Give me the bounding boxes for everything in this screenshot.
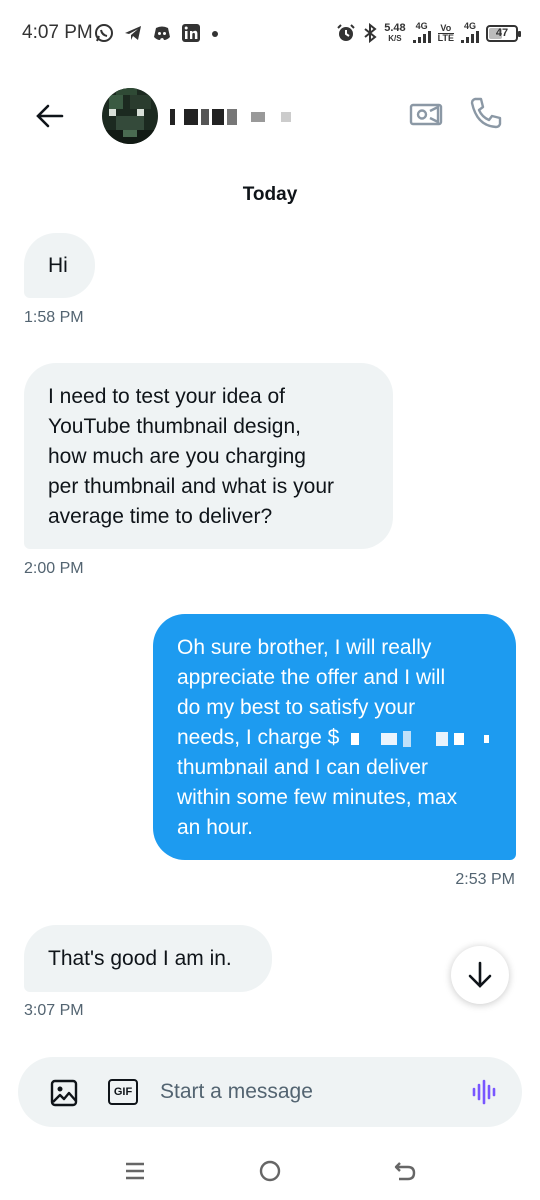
message-line: how much are you charging [48, 445, 306, 468]
sent-message[interactable]: Oh sure brother, I will really appreciat… [153, 614, 516, 860]
linkedin-icon [182, 24, 200, 42]
message-timestamp: 2:53 PM [455, 871, 515, 888]
message-line: I need to test your idea of [48, 385, 285, 408]
telegram-icon [125, 26, 141, 40]
arrow-down-icon [468, 961, 492, 988]
gif-icon: GIF [113, 1086, 133, 1098]
signal-1: 4G [412, 21, 431, 45]
circle-home-icon [259, 1160, 281, 1182]
message-line: thumbnail and I can deliver [177, 756, 428, 780]
message-line: within some few minutes, max [177, 786, 458, 810]
conversation-header [0, 78, 540, 154]
message-text: That's good I am in. [48, 947, 232, 970]
message-timestamp: 3:07 PM [24, 1002, 84, 1019]
message-line: YouTube thumbnail design, [48, 415, 301, 438]
message-timestamp: 1:58 PM [24, 309, 84, 326]
system-back-button[interactable] [392, 1158, 418, 1184]
status-time: 4:07 PM [22, 22, 93, 43]
dot-icon [212, 31, 218, 37]
received-message[interactable]: I need to test your idea of YouTube thum… [24, 363, 393, 549]
network-speed: 5.48 K/S [384, 22, 406, 44]
redacted-price [351, 723, 489, 753]
message-input[interactable] [160, 1075, 450, 1109]
status-bar: 4:07 PM 5.48 K/S 4G Vo LTE 4G 47 [0, 0, 540, 66]
message-line: do my best to satisfy your [177, 696, 416, 719]
system-navigation-bar [0, 1146, 540, 1200]
alarm-icon [337, 24, 355, 41]
avatar[interactable] [102, 88, 158, 144]
voice-message-button[interactable] [470, 1077, 500, 1107]
battery-icon: 47 [486, 24, 521, 42]
video-call-icon [409, 103, 443, 126]
scroll-to-bottom-button[interactable] [451, 946, 509, 1004]
received-message[interactable]: Hi [24, 233, 95, 298]
signal-2: 4G [461, 21, 479, 45]
message-line: per thumbnail and what is your [48, 475, 334, 498]
message-text: Hi [48, 254, 68, 277]
bluetooth-icon [364, 23, 377, 43]
message-line-redacted: needs, I charge $ [177, 723, 492, 753]
discord-icon [154, 26, 170, 40]
video-call-button[interactable] [408, 96, 444, 132]
signal-bars-icon [461, 30, 479, 43]
day-separator: Today [242, 184, 298, 205]
gif-button[interactable]: GIF [108, 1079, 138, 1105]
arrow-left-icon [36, 104, 64, 128]
pixelated-avatar [102, 88, 158, 144]
message-timestamp: 2:00 PM [24, 560, 84, 577]
recent-apps-button[interactable] [124, 1160, 146, 1182]
notification-icons [94, 22, 220, 44]
image-icon [50, 1079, 78, 1107]
message-line: Oh sure brother, I will really [177, 636, 432, 659]
back-button[interactable] [30, 96, 70, 136]
message-composer: GIF [18, 1057, 522, 1127]
back-return-icon [394, 1162, 416, 1181]
contact-name-redacted[interactable] [170, 108, 291, 126]
message-line: average time to deliver? [48, 505, 273, 528]
message-line: appreciate the offer and I will [177, 666, 446, 689]
phone-icon [470, 97, 502, 129]
signal-bars-icon [412, 30, 431, 43]
whatsapp-icon [95, 24, 113, 42]
menu-icon [126, 1162, 144, 1180]
voice-waveform-icon [472, 1079, 496, 1105]
voice-call-button[interactable] [466, 94, 504, 132]
add-photo-button[interactable] [50, 1079, 78, 1107]
message-line: an hour. [177, 816, 253, 840]
system-status-icons: 5.48 K/S 4G Vo LTE 4G 47 [336, 20, 521, 46]
received-message[interactable]: That's good I am in. [24, 925, 272, 992]
home-button[interactable] [258, 1159, 282, 1183]
volte-indicator: Vo LTE [437, 22, 454, 43]
